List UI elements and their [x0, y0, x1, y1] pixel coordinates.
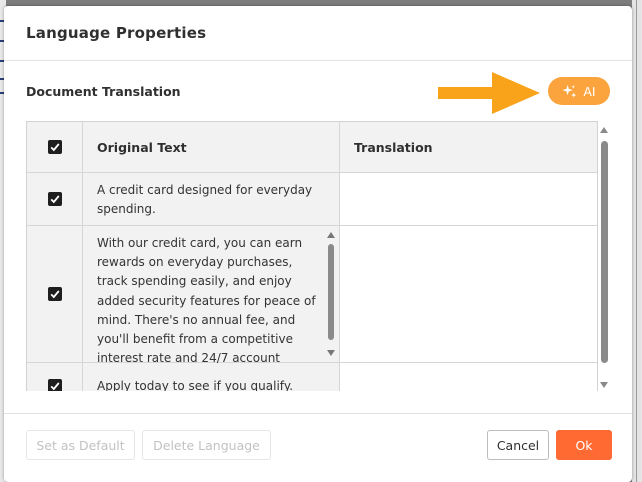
title-divider — [4, 60, 632, 61]
original-text-cell: Apply today to see if you qualify. — [83, 363, 340, 391]
background-window-right — [632, 0, 642, 482]
original-text-cell: With our credit card, you can earn rewar… — [83, 226, 340, 384]
scroll-down-arrow-icon[interactable] — [600, 382, 608, 388]
checkmark-icon — [50, 143, 60, 152]
scroll-thumb[interactable] — [601, 141, 608, 363]
set-as-default-button[interactable]: Set as Default — [26, 430, 135, 460]
table-row: Apply today to see if you qualify. — [27, 363, 597, 391]
header-original-cell: Original Text — [83, 122, 340, 172]
ai-translate-button[interactable]: AI — [548, 77, 610, 105]
row-checkbox[interactable] — [48, 287, 62, 301]
row-check-cell — [27, 363, 83, 391]
original-text: Apply today to see if you qualify. — [97, 379, 294, 391]
scroll-up-arrow-icon[interactable] — [600, 127, 608, 133]
ai-button-label: AI — [583, 83, 596, 99]
select-all-checkbox[interactable] — [48, 140, 62, 154]
row-check-cell — [27, 226, 83, 362]
checkmark-icon — [50, 195, 60, 204]
background-divider — [636, 0, 637, 482]
scroll-thumb[interactable] — [328, 244, 334, 340]
translation-cell[interactable] — [340, 226, 597, 362]
cell-scrollbar[interactable] — [326, 230, 336, 358]
grid-scrollbar[interactable] — [598, 124, 610, 390]
delete-language-button[interactable]: Delete Language — [142, 430, 271, 460]
checkmark-icon — [50, 290, 60, 299]
header-translation: Translation — [354, 140, 433, 155]
original-text: A credit card designed for everyday spen… — [97, 183, 313, 217]
ok-button[interactable]: Ok — [556, 430, 612, 460]
sparkle-icon — [562, 84, 577, 98]
cancel-button[interactable]: Cancel — [487, 430, 549, 460]
table-row: A credit card designed for everyday spen… — [27, 173, 597, 226]
row-check-cell — [27, 173, 83, 225]
scroll-down-arrow-icon[interactable] — [327, 350, 335, 356]
translation-grid: Original Text Translation A credit card … — [26, 121, 598, 391]
original-text-cell: A credit card designed for everyday spen… — [83, 173, 340, 225]
footer-divider — [4, 413, 632, 414]
translation-cell[interactable] — [340, 363, 597, 391]
header-translation-cell: Translation — [340, 122, 597, 172]
arrow-right-icon — [438, 72, 540, 114]
header-original-text: Original Text — [97, 140, 187, 155]
dialog-title: Language Properties — [26, 24, 207, 42]
header-select-all-cell — [27, 122, 83, 172]
row-checkbox[interactable] — [48, 379, 62, 391]
language-properties-dialog: Language Properties Document Translation… — [4, 6, 632, 482]
grid-header-row: Original Text Translation — [27, 122, 597, 173]
scroll-up-arrow-icon[interactable] — [327, 232, 335, 238]
row-checkbox[interactable] — [48, 192, 62, 206]
translation-cell[interactable] — [340, 173, 597, 225]
table-row: With our credit card, you can earn rewar… — [27, 226, 597, 384]
section-label: Document Translation — [26, 84, 181, 99]
checkmark-icon — [50, 382, 60, 391]
